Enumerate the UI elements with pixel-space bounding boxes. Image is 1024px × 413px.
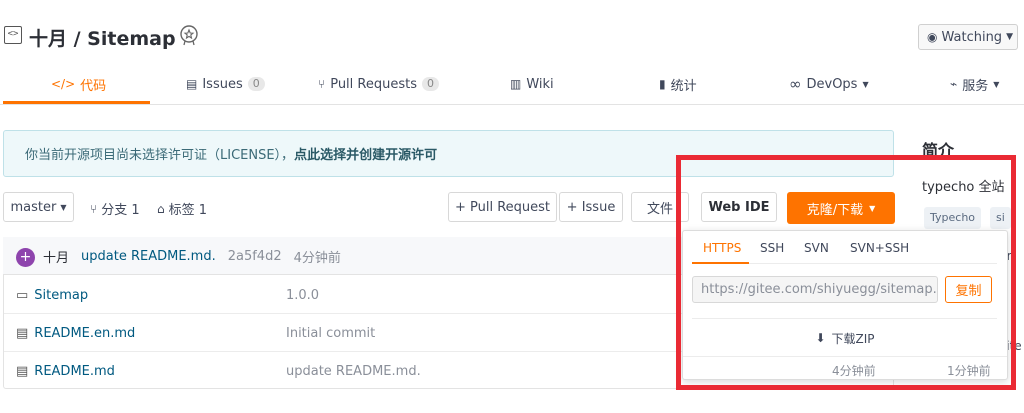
tab-label: 服务 bbox=[962, 78, 989, 94]
tab-pull-requests[interactable]: ⑂ Pull Requests 0 bbox=[318, 64, 439, 104]
tab-stats[interactable]: ▮ 统计 bbox=[659, 64, 697, 104]
folder-icon: ▭ bbox=[16, 287, 29, 303]
tab-label: 代码 bbox=[80, 78, 107, 94]
tab-wiki[interactable]: ▥ Wiki bbox=[510, 64, 554, 104]
file-name-text: README.md bbox=[34, 363, 115, 379]
file-name[interactable]: ▤ README.md bbox=[16, 352, 115, 390]
highlight-box bbox=[676, 155, 1016, 390]
avatar[interactable]: + bbox=[16, 248, 35, 267]
tags-count: 标签 1 bbox=[168, 203, 208, 218]
tab-devops[interactable]: ∞ DevOps ▼ bbox=[789, 64, 869, 104]
pulse-icon: ⌁ bbox=[950, 77, 958, 91]
eye-icon: ◉ bbox=[927, 30, 938, 44]
active-tab-indicator bbox=[3, 101, 150, 104]
tab-label: Pull Requests bbox=[330, 76, 417, 92]
tab-code[interactable]: </> 代码 bbox=[51, 64, 106, 104]
infinity-icon: ∞ bbox=[789, 75, 802, 93]
commit-message[interactable]: 1.0.0 bbox=[286, 276, 319, 314]
commit-message[interactable]: Initial commit bbox=[286, 314, 375, 352]
watch-label: Watching bbox=[941, 29, 1003, 45]
tab-label: 统计 bbox=[670, 78, 697, 94]
chevron-down-icon: ▼ bbox=[993, 79, 1000, 89]
file-name[interactable]: ▭ Sitemap bbox=[16, 276, 88, 314]
branches-link[interactable]: ⑂ 分支 1 bbox=[90, 199, 140, 219]
file-icon: ▤ bbox=[16, 363, 29, 379]
file-name-text: Sitemap bbox=[34, 287, 89, 303]
tag-icon: ⌂ bbox=[157, 201, 165, 216]
tab-label: Wiki bbox=[526, 76, 554, 92]
file-name-text: README.en.md bbox=[34, 325, 136, 341]
book-icon: ▥ bbox=[510, 77, 522, 91]
chevron-down-icon: ▼ bbox=[60, 202, 67, 212]
repo-nav: </> 代码 ▤ Issues 0 ⑂ Pull Requests 0 ▥ Wi… bbox=[0, 64, 1024, 105]
branch-select[interactable]: master ▼ bbox=[3, 192, 74, 222]
tab-services[interactable]: ⌁ 服务 ▼ bbox=[950, 64, 999, 104]
branch-name: master bbox=[10, 199, 57, 215]
commit-message[interactable]: update README.md. bbox=[81, 249, 216, 264]
commit-message[interactable]: update README.md. bbox=[286, 352, 421, 390]
pull-request-icon: ⑂ bbox=[318, 77, 326, 91]
issue-icon: ▤ bbox=[186, 77, 198, 91]
tab-issues[interactable]: ▤ Issues 0 bbox=[186, 64, 265, 104]
new-issue-button[interactable]: + Issue bbox=[559, 192, 623, 222]
chart-icon: ▮ bbox=[659, 77, 666, 91]
tab-label: Issues bbox=[202, 76, 243, 92]
commit-time: 4分钟前 bbox=[293, 251, 341, 266]
commit-hash[interactable]: 2a5f4d2 bbox=[228, 249, 282, 264]
repo-title[interactable]: 十月 / Sitemap bbox=[29, 24, 176, 51]
commit-author[interactable]: 十月 bbox=[43, 247, 69, 266]
chevron-down-icon: ▼ bbox=[1006, 32, 1013, 42]
code-icon: </> bbox=[51, 77, 76, 91]
watch-button[interactable]: ◉ Watching ▼ bbox=[918, 24, 1018, 50]
issues-count: 0 bbox=[247, 77, 265, 91]
recommend-badge-icon[interactable] bbox=[178, 24, 200, 46]
latest-commit-info: 十月 update README.md. 2a5f4d2 4分钟前 bbox=[43, 247, 341, 266]
branches-count: 分支 1 bbox=[101, 203, 140, 218]
file-icon: ▤ bbox=[16, 325, 29, 341]
new-pull-request-button[interactable]: + Pull Request bbox=[448, 192, 557, 222]
create-license-link[interactable]: 点此选择并创建开源许可 bbox=[294, 144, 437, 163]
file-name[interactable]: ▤ README.en.md bbox=[16, 314, 135, 352]
pull-requests-count: 0 bbox=[422, 77, 439, 91]
chevron-down-icon: ▼ bbox=[862, 79, 869, 89]
tab-label: DevOps bbox=[806, 76, 858, 92]
branch-icon: ⑂ bbox=[90, 201, 98, 216]
code-repo-icon: <> bbox=[4, 26, 22, 44]
notice-text: 你当前开源项目尚未选择许可证（LICENSE）， bbox=[25, 148, 295, 163]
tags-link[interactable]: ⌂ 标签 1 bbox=[157, 199, 208, 219]
